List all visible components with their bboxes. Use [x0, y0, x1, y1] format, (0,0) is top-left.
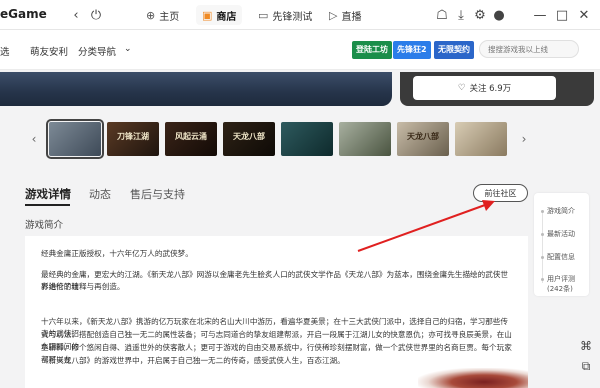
side-nav-review-count: (242条) — [547, 285, 573, 293]
thumbnail-3[interactable]: 风起云涌 — [165, 122, 217, 156]
search-input[interactable] — [479, 40, 579, 58]
thumbnail-8[interactable] — [455, 122, 507, 156]
power-icon[interactable]: ⏻ — [88, 7, 104, 23]
compare-icon[interactable]: ⧉ — [578, 358, 594, 374]
tab-game-details[interactable]: 游戏详情 — [25, 186, 71, 202]
shirt-icon[interactable]: ☖ — [434, 7, 450, 23]
nav-tab-pioneer-test-label: 先锋测试 — [272, 11, 313, 23]
side-nav-intro[interactable]: 游戏简介 — [547, 207, 575, 216]
thumbnail-title: 风起云涌 — [175, 131, 207, 141]
chevron-down-icon[interactable]: ⌄ — [124, 44, 132, 54]
follow-button[interactable]: ♡ 关注 6.9万 — [413, 76, 556, 100]
subnav-item-recommend[interactable]: 萌友安利 — [30, 44, 68, 58]
download-icon[interactable]: ⤓ — [453, 7, 469, 23]
section-side-nav: 游戏简介 最新活动 配置信息 用户评测 (242条) — [534, 193, 589, 296]
active-tab-indicator — [25, 204, 70, 206]
monitor-icon: ▭ — [258, 8, 269, 22]
side-nav-line — [542, 213, 543, 283]
decorative-art — [418, 368, 528, 388]
maximize-icon[interactable]: □ — [554, 7, 570, 23]
nav-tab-store-label: 商店 — [216, 11, 237, 23]
app-brand: eGame — [0, 7, 47, 21]
thumbnail-title: 刀锋江湖 — [117, 131, 149, 141]
avatar[interactable]: ● — [491, 7, 507, 23]
description-para-2-line-2: 彩绝伦的诠释与再创造。 — [41, 282, 125, 291]
side-nav-dot — [541, 233, 544, 236]
settings-icon[interactable]: ⚙ — [472, 7, 488, 23]
close-icon[interactable]: ✕ — [576, 7, 592, 23]
subnav-item-categories[interactable]: 分类导航 — [78, 44, 116, 58]
thumbnail-7[interactable]: 天龙八部 — [397, 122, 449, 156]
promo-badge-2[interactable]: 先锋狂2 — [393, 41, 431, 59]
thumbnail-4[interactable]: 天龙八部 — [223, 122, 275, 156]
description-para-1: 经典金庸正版授权，十六年亿万人的武侠梦。 — [41, 249, 193, 258]
side-nav-dot — [541, 256, 544, 259]
play-icon: ▷ — [329, 8, 338, 22]
description-para-3-line-4: 《新天龙八部》的游戏世界中，开启属于自己独一无二的传奇，感受武侠人生，百态江湖。 — [41, 356, 345, 365]
nav-tab-live-label: 直播 — [341, 11, 362, 23]
tab-support[interactable]: 售后与支持 — [130, 186, 185, 202]
game-description-card: 经典金庸正版授权，十六年亿万人的武侠梦。 最经典的金庸，更宏大的江湖。《新天龙八… — [25, 236, 528, 388]
side-nav-dot — [541, 210, 544, 213]
nav-tab-home[interactable]: ⊕ 主页 — [140, 5, 185, 25]
go-to-community-button[interactable]: 前往社区 — [473, 184, 528, 202]
promo-badge-1[interactable]: 登陆工坊 — [352, 41, 392, 59]
nav-tab-store[interactable]: ▣ 商店 — [196, 5, 243, 25]
side-nav-reviews[interactable]: 用户评测 — [547, 275, 575, 284]
promo-badge-3[interactable]: 无限契约 — [434, 41, 474, 59]
side-nav-events[interactable]: 最新活动 — [547, 230, 575, 239]
store-subnav: 选 萌友安利 分类导航 ⌄ 登陆工坊 先锋狂2 无限契约 — [0, 30, 600, 70]
heart-icon: ♡ — [457, 83, 466, 93]
follow-label: 关注 6.9万 — [469, 84, 512, 94]
thumbnail-title: 天龙八部 — [233, 131, 265, 141]
gamepad-icon: ⊕ — [146, 8, 156, 22]
side-nav-specs[interactable]: 配置信息 — [547, 253, 575, 262]
subnav-item-picks[interactable]: 选 — [0, 44, 10, 58]
side-nav-dot — [541, 278, 544, 281]
nav-tab-pioneer-test[interactable]: ▭ 先锋测试 — [252, 5, 318, 25]
thumbnail-5[interactable] — [281, 122, 333, 156]
chevron-left-icon[interactable]: ‹ — [68, 7, 84, 23]
carousel-next-icon[interactable]: › — [518, 130, 530, 148]
minimize-icon[interactable]: — — [532, 7, 548, 23]
title-bar: eGame ‹ ⏻ ⊕ 主页 ▣ 商店 ▭ 先锋测试 ▷ 直播 ☖ ⤓ ⚙ ● … — [0, 0, 600, 30]
cart-icon[interactable]: ⌘ — [578, 338, 594, 354]
section-title-intro: 游戏简介 — [25, 220, 64, 231]
thumbnail-2[interactable]: 刀锋江湖 — [107, 122, 159, 156]
carousel-prev-icon[interactable]: ‹ — [28, 130, 40, 148]
tab-news[interactable]: 动态 — [89, 186, 111, 202]
nav-tab-home-label: 主页 — [159, 11, 180, 23]
store-bag-icon: ▣ — [202, 8, 213, 22]
thumbnail-6[interactable] — [339, 122, 391, 156]
game-banner — [0, 72, 392, 106]
thumbnail-1[interactable] — [46, 119, 104, 159]
thumbnail-title: 天龙八部 — [407, 131, 439, 141]
nav-tab-live[interactable]: ▷ 直播 — [323, 5, 367, 25]
